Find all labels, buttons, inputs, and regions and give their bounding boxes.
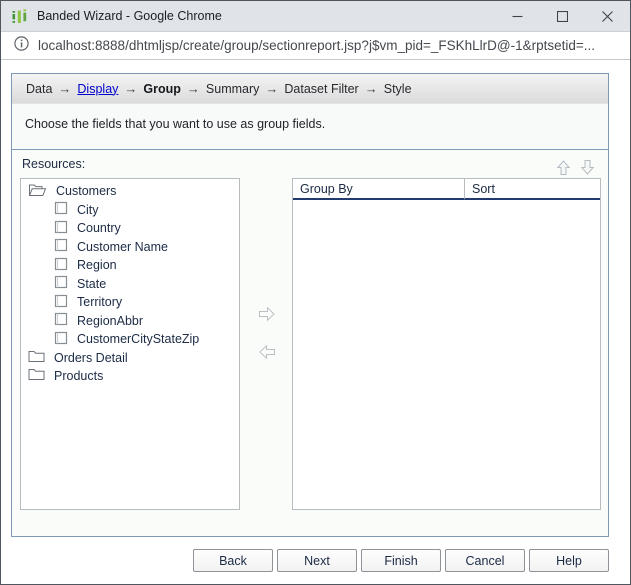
remove-field-left-arrow-icon[interactable] — [258, 344, 276, 360]
breadcrumb-step-data: Data — [26, 82, 52, 96]
help-button[interactable]: Help — [529, 549, 609, 572]
tree-item-label: Products — [54, 369, 103, 383]
tree-item-label: Orders Detail — [54, 351, 128, 365]
group-by-header-row: Group BySort — [293, 179, 600, 200]
tree-item-label: Customers — [56, 184, 116, 198]
breadcrumb: Data → Display → Group → Summary → Dataset Filte… — [12, 74, 608, 104]
breadcrumb-step-display[interactable]: Display — [77, 82, 118, 96]
close-icon[interactable] — [585, 1, 630, 31]
breadcrumb-separator-arrow: → — [187, 81, 200, 96]
tree-item-country[interactable]: Country — [21, 219, 239, 238]
tree-item-city[interactable]: City — [21, 201, 239, 220]
tree-item-territory[interactable]: Territory — [21, 293, 239, 312]
footer-buttons: BackNextFinishCancelHelp — [193, 549, 609, 572]
folder-open-icon[interactable] — [28, 183, 47, 200]
column-header-group-by: Group By — [293, 179, 465, 200]
breadcrumb-separator-arrow: → — [124, 81, 137, 96]
url-text[interactable]: localhost:8888/dhtmljsp/create/group/sec… — [38, 38, 595, 53]
tree-item-customer-name[interactable]: Customer Name — [21, 238, 239, 257]
column-header-sort: Sort — [465, 179, 600, 200]
address-bar[interactable]: localhost:8888/dhtmljsp/create/group/sec… — [1, 32, 630, 60]
resources-tree-panel[interactable]: Customers City Country Customer Name Region S… — [20, 178, 240, 510]
tree-item-orders-detail[interactable]: Orders Detail — [21, 349, 239, 368]
folder-closed-icon[interactable] — [28, 368, 45, 384]
breadcrumb-step-group: Group — [143, 82, 181, 96]
info-icon[interactable] — [14, 36, 29, 56]
resources-tree: Customers City Country Customer Name Region S… — [21, 179, 239, 386]
window-title-bar: Banded Wizard - Google Chrome — [1, 1, 630, 32]
resources-label: Resources: — [22, 157, 85, 171]
breadcrumb-separator-arrow: → — [265, 81, 278, 96]
cancel-button[interactable]: Cancel — [445, 549, 525, 572]
tree-item-state[interactable]: State — [21, 275, 239, 294]
folder-closed-icon[interactable] — [28, 350, 45, 366]
tree-item-label: Region — [77, 258, 117, 272]
group-by-panel[interactable]: Group BySort — [292, 178, 601, 510]
breadcrumb-step-style: Style — [384, 82, 412, 96]
finish-button[interactable]: Finish — [361, 549, 441, 572]
breadcrumb-separator-arrow: → — [58, 81, 71, 96]
tree-item-customers[interactable]: Customers — [21, 182, 239, 201]
instruction-text: Choose the fields that you want to use a… — [12, 105, 608, 150]
back-button[interactable]: Back — [193, 549, 273, 572]
wizard-frame: Data → Display → Group → Summary → Dataset Filte… — [11, 73, 609, 537]
tree-item-label: Country — [77, 221, 121, 235]
tree-item-regionabbr[interactable]: RegionAbbr — [21, 312, 239, 331]
next-button[interactable]: Next — [277, 549, 357, 572]
field-icon[interactable] — [54, 238, 68, 255]
field-icon[interactable] — [54, 201, 68, 218]
tree-item-products[interactable]: Products — [21, 367, 239, 386]
field-icon[interactable] — [54, 294, 68, 311]
browser-popup-window: Banded Wizard - Google Chrome localhost:… — [0, 0, 631, 585]
tree-item-label: City — [77, 203, 99, 217]
field-icon[interactable] — [54, 331, 68, 348]
tree-item-label: State — [77, 277, 106, 291]
add-field-right-arrow-icon[interactable] — [258, 306, 276, 322]
tree-item-label: Territory — [77, 295, 122, 309]
tree-item-label: CustomerCityStateZip — [77, 332, 199, 346]
window-title: Banded Wizard - Google Chrome — [37, 9, 222, 23]
field-icon[interactable] — [54, 312, 68, 329]
breadcrumb-step-summary: Summary — [206, 82, 259, 96]
breadcrumb-step-dataset-filter: Dataset Filter — [284, 82, 358, 96]
breadcrumb-separator-arrow: → — [365, 81, 378, 96]
tree-item-customercitystatezip[interactable]: CustomerCityStateZip — [21, 330, 239, 349]
tree-item-label: Customer Name — [77, 240, 168, 254]
app-logo-bars-icon — [11, 8, 28, 25]
minimize-icon[interactable] — [495, 1, 540, 31]
field-icon[interactable] — [54, 257, 68, 274]
maximize-icon[interactable] — [540, 1, 585, 31]
tree-item-region[interactable]: Region — [21, 256, 239, 275]
field-icon[interactable] — [54, 220, 68, 237]
field-icon[interactable] — [54, 275, 68, 292]
window-controls — [495, 1, 630, 31]
tree-item-label: RegionAbbr — [77, 314, 143, 328]
